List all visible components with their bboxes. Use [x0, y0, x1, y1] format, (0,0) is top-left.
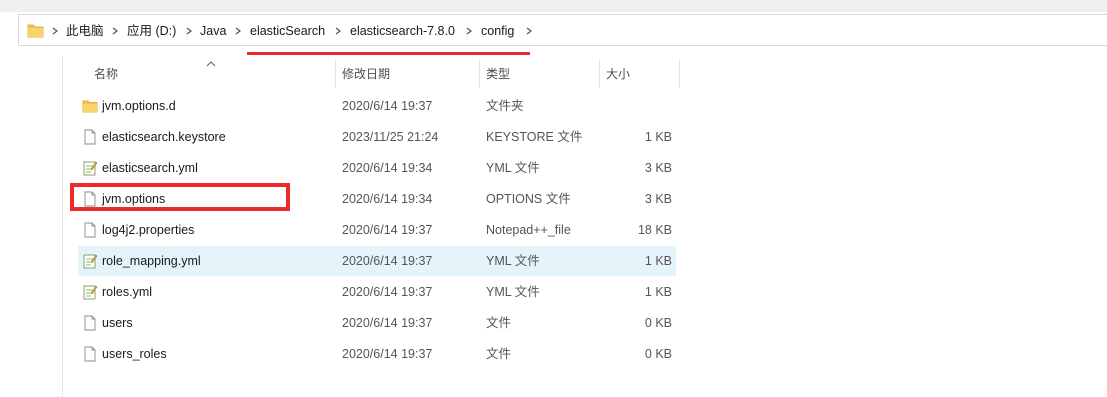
file-name: elasticsearch.keystore — [102, 130, 226, 144]
chevron-right-icon[interactable] — [524, 23, 534, 39]
file-row[interactable]: role_mapping.yml 2020/6/14 19:37 YML 文件 … — [78, 246, 676, 276]
chevron-right-icon[interactable] — [333, 23, 343, 39]
breadcrumb-config[interactable]: config — [481, 23, 514, 39]
file-icon — [82, 222, 98, 238]
file-type: 文件 — [486, 316, 512, 330]
file-name: users_roles — [102, 347, 167, 361]
column-divider[interactable] — [479, 60, 480, 88]
column-header-date[interactable]: 修改日期 — [342, 60, 390, 88]
file-row[interactable]: log4j2.properties 2020/6/14 19:37 Notepa… — [78, 215, 676, 245]
file-size: 1 KB — [644, 130, 672, 144]
file-type: YML 文件 — [486, 254, 540, 268]
chevron-right-icon[interactable] — [110, 23, 120, 39]
file-icon — [82, 129, 98, 145]
file-size: 3 KB — [644, 192, 672, 206]
column-header-size[interactable]: 大小 — [606, 60, 630, 88]
file-icon — [82, 346, 98, 362]
breadcrumb-java[interactable]: Java — [200, 23, 226, 39]
annotation-red-underline — [247, 52, 530, 55]
file-row[interactable]: elasticsearch.keystore 2023/11/25 21:24 … — [78, 122, 676, 152]
breadcrumb-elasticsearch-version[interactable]: elasticsearch-7.8.0 — [350, 23, 455, 39]
file-date: 2020/6/14 19:34 — [342, 192, 433, 206]
window-top-strip — [0, 0, 1107, 12]
file-name: log4j2.properties — [102, 223, 195, 237]
file-type: 文件夹 — [486, 99, 524, 113]
file-row[interactable]: users 2020/6/14 19:37 文件 0 KB — [78, 308, 676, 338]
file-size: 1 KB — [644, 285, 672, 299]
file-size: 0 KB — [644, 316, 672, 330]
column-header-name[interactable]: 名称 — [94, 60, 118, 88]
chevron-right-icon[interactable] — [233, 23, 243, 39]
yml-file-icon — [82, 253, 98, 269]
file-name: jvm.options.d — [102, 99, 176, 113]
file-name: elasticsearch.yml — [102, 161, 198, 175]
file-type: KEYSTORE 文件 — [486, 130, 583, 144]
column-divider[interactable] — [599, 60, 600, 88]
file-row[interactable]: elasticsearch.yml 2020/6/14 19:34 YML 文件… — [78, 153, 676, 183]
address-bar[interactable]: 此电脑 应用 (D:) Java elasticSearch elasticse… — [18, 14, 1107, 46]
file-date: 2020/6/14 19:37 — [342, 285, 433, 299]
file-row[interactable]: users_roles 2020/6/14 19:37 文件 0 KB — [78, 339, 676, 369]
file-date: 2023/11/25 21:24 — [342, 130, 439, 144]
folder-icon — [82, 98, 98, 114]
file-type: YML 文件 — [486, 161, 540, 175]
file-row[interactable]: roles.yml 2020/6/14 19:37 YML 文件 1 KB — [78, 277, 676, 307]
file-size: 0 KB — [644, 347, 672, 361]
yml-file-icon — [82, 160, 98, 176]
chevron-right-icon[interactable] — [184, 23, 194, 39]
file-row[interactable]: jvm.options.d 2020/6/14 19:37 文件夹 — [78, 91, 676, 121]
file-icon — [82, 315, 98, 331]
chevron-right-icon[interactable] — [50, 23, 60, 39]
file-date: 2020/6/14 19:37 — [342, 316, 433, 330]
chevron-right-icon[interactable] — [464, 23, 474, 39]
file-date: 2020/6/14 19:37 — [342, 223, 433, 237]
file-name: users — [102, 316, 133, 330]
file-type: YML 文件 — [486, 285, 540, 299]
folder-icon — [27, 23, 45, 41]
file-size: 18 KB — [637, 223, 672, 237]
sort-ascending-icon — [206, 57, 216, 67]
column-header-type[interactable]: 类型 — [486, 60, 510, 88]
yml-file-icon — [82, 284, 98, 300]
column-divider[interactable] — [335, 60, 336, 88]
file-date: 2020/6/14 19:37 — [342, 347, 433, 361]
file-type: 文件 — [486, 347, 512, 361]
file-date: 2020/6/14 19:34 — [342, 161, 433, 175]
file-date: 2020/6/14 19:37 — [342, 99, 433, 113]
breadcrumb-drive-d[interactable]: 应用 (D:) — [127, 23, 176, 39]
breadcrumb-this-pc[interactable]: 此电脑 — [66, 23, 104, 39]
file-size: 3 KB — [644, 161, 672, 175]
file-date: 2020/6/14 19:37 — [342, 254, 433, 268]
navigation-pane-divider — [62, 56, 63, 397]
file-type: OPTIONS 文件 — [486, 192, 571, 206]
annotation-red-box — [70, 183, 290, 211]
file-size: 1 KB — [644, 254, 672, 268]
file-type: Notepad++_file — [486, 223, 571, 237]
file-name: role_mapping.yml — [102, 254, 201, 268]
file-name: roles.yml — [102, 285, 153, 299]
column-divider[interactable] — [679, 60, 680, 88]
breadcrumb-elasticsearch[interactable]: elasticSearch — [250, 23, 325, 39]
